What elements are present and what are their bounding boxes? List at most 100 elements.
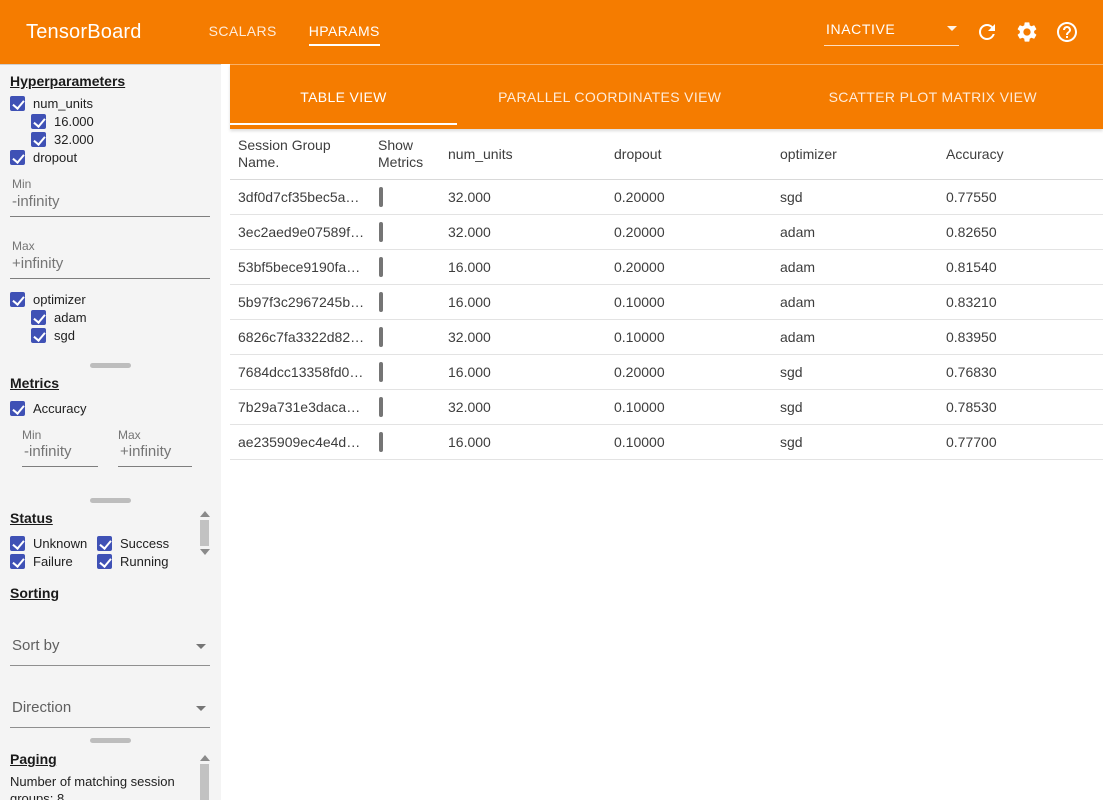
- tab-scalars-label: SCALARS: [209, 19, 277, 46]
- gear-icon[interactable]: [1015, 20, 1039, 44]
- optimizer-cell: adam: [780, 294, 946, 310]
- reload-status-dropdown[interactable]: INACTIVE: [824, 19, 959, 46]
- num-units-cell: 32.000: [448, 399, 614, 415]
- col-header-num-units[interactable]: num_units: [448, 146, 614, 163]
- show-metrics-checkbox[interactable]: [379, 362, 383, 382]
- tab-parallel-coordinates-view[interactable]: PARALLEL COORDINATES VIEW: [457, 65, 763, 129]
- status-unknown-row[interactable]: Unknown: [10, 534, 87, 552]
- hparam-value-sgd-row[interactable]: sgd: [31, 326, 75, 344]
- hparam-value-16-row[interactable]: 16.000: [31, 112, 94, 130]
- reload-status-value: INACTIVE: [826, 21, 895, 37]
- sorting-heading: Sorting: [10, 585, 59, 601]
- col-header-accuracy[interactable]: Accuracy: [946, 146, 1103, 163]
- hparam-value-adam-row[interactable]: adam: [31, 308, 87, 326]
- session-group-name-cell: 7b29a731e3daca…: [238, 399, 378, 415]
- dropout-cell: 0.10000: [614, 329, 780, 345]
- status-scrollbar[interactable]: [199, 511, 210, 555]
- col-header-optimizer[interactable]: optimizer: [780, 146, 946, 163]
- show-metrics-checkbox[interactable]: [379, 222, 383, 242]
- col-header-show-metrics[interactable]: Show Metrics: [378, 137, 448, 171]
- paging-heading: Paging: [10, 751, 57, 767]
- help-icon[interactable]: [1055, 20, 1079, 44]
- resize-handle[interactable]: [90, 363, 131, 368]
- table-row: 3ec2aed9e07589f… 32.000 0.20000 adam 0.8…: [230, 215, 1103, 250]
- show-metrics-checkbox[interactable]: [379, 397, 383, 417]
- show-metrics-checkbox[interactable]: [379, 327, 383, 347]
- accuracy-cell: 0.76830: [946, 364, 1103, 380]
- optimizer-cell: sgd: [780, 399, 946, 415]
- checkbox-checked-icon: [97, 536, 112, 551]
- tab-parallel-coordinates-label: PARALLEL COORDINATES VIEW: [498, 89, 721, 105]
- hparam-num-units-row[interactable]: num_units: [10, 94, 93, 112]
- checkbox-checked-icon: [10, 96, 25, 111]
- show-metrics-checkbox[interactable]: [379, 432, 383, 452]
- app-title: TensorBoard: [26, 21, 142, 44]
- scrollbar-thumb[interactable]: [200, 764, 209, 800]
- hparam-optimizer-row[interactable]: optimizer: [10, 290, 86, 308]
- dropout-cell: 0.10000: [614, 294, 780, 310]
- accuracy-cell: 0.81540: [946, 259, 1103, 275]
- status-failure-row[interactable]: Failure: [10, 552, 73, 570]
- show-metrics-checkbox[interactable]: [379, 187, 383, 207]
- dropout-cell: 0.20000: [614, 189, 780, 205]
- hparam-value-32-row[interactable]: 32.000: [31, 130, 94, 148]
- scrollbar-thumb[interactable]: [200, 520, 209, 546]
- plugin-tabs: SCALARS HPARAMS: [193, 0, 396, 64]
- show-metrics-checkbox[interactable]: [379, 292, 383, 312]
- hparam-label: dropout: [33, 150, 77, 165]
- refresh-icon[interactable]: [975, 20, 999, 44]
- accuracy-cell: 0.83950: [946, 329, 1103, 345]
- chevron-down-icon: [947, 26, 957, 31]
- show-metrics-checkbox[interactable]: [379, 257, 383, 277]
- scroll-up-icon[interactable]: [200, 511, 210, 517]
- matching-groups-summary: Number of matching session groups: 8: [10, 773, 196, 800]
- num-units-cell: 32.000: [448, 224, 614, 240]
- dropout-cell: 0.20000: [614, 224, 780, 240]
- checkbox-checked-icon: [97, 554, 112, 569]
- accuracy-max-input[interactable]: +infinity: [118, 443, 192, 467]
- hparam-value-label: sgd: [54, 328, 75, 343]
- table-row: ae235909ec4e4d… 16.000 0.10000 sgd 0.777…: [230, 425, 1103, 460]
- dropout-max-label: Max: [12, 239, 35, 253]
- checkbox-checked-icon: [31, 114, 46, 129]
- hparam-dropout-row[interactable]: dropout: [10, 148, 77, 166]
- scroll-up-icon[interactable]: [200, 755, 210, 761]
- chevron-down-icon: [196, 706, 206, 711]
- dropout-max-input[interactable]: +infinity: [10, 255, 210, 279]
- num-units-cell: 16.000: [448, 364, 614, 380]
- metrics-heading: Metrics: [10, 375, 59, 391]
- checkbox-checked-icon: [31, 328, 46, 343]
- scroll-down-icon[interactable]: [200, 549, 210, 555]
- session-group-name-cell: 5b97f3c2967245b…: [238, 294, 378, 310]
- sort-by-select[interactable]: Sort by: [10, 637, 210, 666]
- session-group-name-cell: 3df0d7cf35bec5a…: [238, 189, 378, 205]
- status-label: Failure: [33, 554, 73, 569]
- accuracy-min-input[interactable]: -infinity: [22, 443, 98, 467]
- resize-handle[interactable]: [90, 738, 131, 743]
- resize-handle[interactable]: [90, 498, 131, 503]
- tab-table-view[interactable]: TABLE VIEW: [230, 65, 457, 129]
- session-group-name-cell: 6826c7fa3322d82…: [238, 329, 378, 345]
- tab-table-view-label: TABLE VIEW: [300, 89, 386, 105]
- status-success-row[interactable]: Success: [97, 534, 169, 552]
- dropout-min-input[interactable]: -infinity: [10, 193, 210, 217]
- checkbox-checked-icon: [10, 292, 25, 307]
- col-header-session-group-name[interactable]: Session Group Name.: [238, 137, 378, 171]
- status-running-row[interactable]: Running: [97, 552, 168, 570]
- tab-scatter-plot-matrix-view[interactable]: SCATTER PLOT MATRIX VIEW: [763, 65, 1103, 129]
- num-units-cell: 32.000: [448, 189, 614, 205]
- col-header-dropout[interactable]: dropout: [614, 146, 780, 163]
- direction-select[interactable]: Direction: [10, 699, 210, 728]
- optimizer-cell: adam: [780, 224, 946, 240]
- table-header-row: Session Group Name. Show Metrics num_uni…: [230, 129, 1103, 180]
- checkbox-checked-icon: [10, 401, 25, 416]
- tab-scalars[interactable]: SCALARS: [193, 0, 293, 64]
- paging-scrollbar[interactable]: [199, 755, 210, 800]
- metric-accuracy-row[interactable]: Accuracy: [10, 399, 86, 417]
- num-units-cell: 16.000: [448, 294, 614, 310]
- session-group-name-cell: 7684dcc13358fd0…: [238, 364, 378, 380]
- checkbox-checked-icon: [31, 132, 46, 147]
- dropout-min-label: Min: [12, 177, 31, 191]
- tab-hparams[interactable]: HPARAMS: [293, 0, 396, 64]
- checkbox-checked-icon: [31, 310, 46, 325]
